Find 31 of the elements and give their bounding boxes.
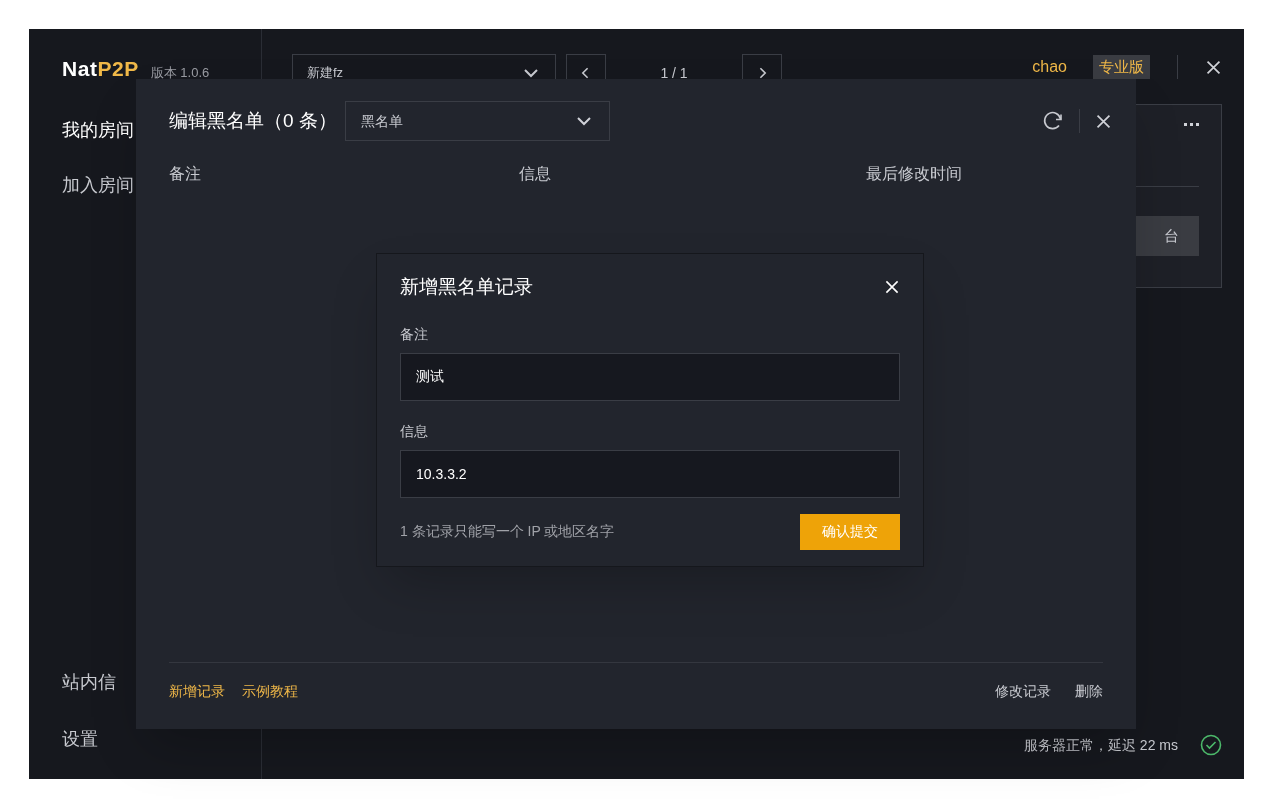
close-icon	[1095, 112, 1112, 130]
username[interactable]: chao	[1032, 55, 1067, 79]
close-button[interactable]	[884, 279, 900, 296]
footer-link[interactable]: 新增记录	[169, 681, 225, 702]
dialog-title: 新增黑名单记录	[400, 275, 533, 299]
close-button[interactable]	[1205, 58, 1222, 76]
refresh-button[interactable]	[1042, 110, 1064, 132]
plan-badge: 专业版	[1093, 54, 1150, 80]
footer-link[interactable]: 示例教程	[242, 681, 298, 702]
list-type-select[interactable]: 黑名单	[344, 101, 610, 141]
footer-action[interactable]: 删除	[1075, 681, 1103, 702]
close-icon	[1205, 58, 1222, 76]
field-label: 备注	[400, 324, 429, 344]
column-header: 备注	[169, 164, 202, 184]
column-header: 信息	[519, 164, 552, 184]
more-icon[interactable]	[1184, 123, 1199, 126]
field-label: 信息	[400, 421, 429, 441]
close-icon	[884, 279, 900, 296]
sidebar-item[interactable]: 设置	[62, 726, 261, 753]
hint-text: 1 条记录只能写一个 IP 或地区名字	[400, 522, 615, 541]
refresh-icon	[1042, 110, 1064, 132]
server-status: 服务器正常，延迟 22 ms	[1024, 735, 1178, 755]
footer-action[interactable]: 修改记录	[995, 681, 1051, 702]
dialog-title: 编辑黑名单（0 条）	[169, 108, 337, 133]
column-header: 最后修改时间	[866, 164, 963, 184]
input-field[interactable]: 10.3.3.2	[400, 449, 900, 498]
page-indicator: 1 / 1	[659, 63, 689, 83]
input-field[interactable]: 测试	[400, 352, 900, 401]
version-label: 版本 1.0.6	[150, 64, 210, 81]
app-logo: NatP2P	[62, 56, 139, 82]
close-button[interactable]	[1095, 112, 1112, 130]
